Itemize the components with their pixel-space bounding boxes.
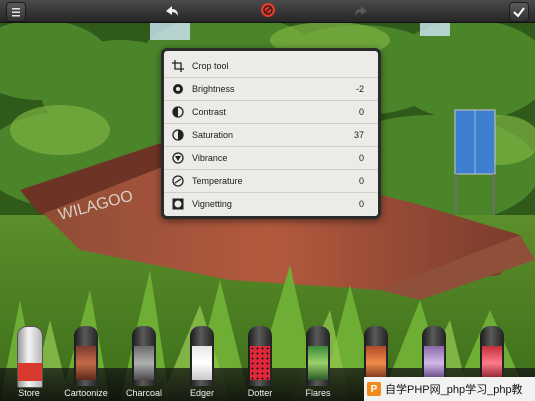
saturation-icon <box>172 129 184 141</box>
undo-arrow-icon <box>166 6 178 16</box>
crop-icon <box>172 60 184 72</box>
filter-label-flares: Flares <box>305 388 331 398</box>
menu-item-contrast[interactable]: Contrast 0 <box>164 101 378 124</box>
menu-item-saturation[interactable]: Saturation 37 <box>164 124 378 147</box>
filter-label-edger: Edger <box>189 388 215 398</box>
contrast-icon <box>172 106 184 118</box>
menu-item-value: 0 <box>358 176 364 186</box>
adjustments-menu: Crop tool Brightness -2 Contrast 0 Satur… <box>161 48 381 219</box>
menu-item-value: 0 <box>358 107 364 117</box>
flares-tube-art-icon <box>308 346 328 380</box>
cartoonize-tube-art-icon <box>76 346 96 380</box>
menu-item-vignetting[interactable]: Vignetting 0 <box>164 193 378 215</box>
menu-item-label: Contrast <box>192 107 227 117</box>
effects-button[interactable] <box>261 3 275 17</box>
filter-label-store: Store <box>18 388 40 398</box>
hamburger-icon <box>12 8 20 17</box>
menu-item-label: Crop tool <box>192 61 229 71</box>
effects-icon <box>263 5 273 15</box>
charcoal-tube-art-icon <box>134 346 154 380</box>
undo-button[interactable] <box>163 2 181 20</box>
vignetting-icon <box>172 198 184 210</box>
filter-flares[interactable] <box>306 326 330 386</box>
menu-item-label: Saturation <box>192 130 234 140</box>
store-tube-band-icon <box>18 363 42 381</box>
done-button[interactable] <box>509 2 529 22</box>
brightness-icon <box>172 83 184 95</box>
tube-7-art-icon <box>366 346 386 380</box>
menu-item-value: 0 <box>358 199 364 209</box>
menu-item-label: Vignetting <box>192 199 232 209</box>
menu-item-label: Vibrance <box>192 153 228 163</box>
menu-item-crop-tool[interactable]: Crop tool <box>164 55 378 78</box>
menu-item-brightness[interactable]: Brightness -2 <box>164 78 378 101</box>
site-watermark: P 自学PHP网_php学习_php教 <box>364 377 535 401</box>
filter-charcoal[interactable] <box>132 326 156 386</box>
menu-item-vibrance[interactable]: Vibrance 0 <box>164 147 378 170</box>
php-logo-icon: P <box>367 382 381 396</box>
top-toolbar <box>0 0 535 23</box>
filter-cartoonize[interactable] <box>74 326 98 386</box>
redo-button[interactable] <box>352 2 370 20</box>
filter-dotter[interactable] <box>248 326 272 386</box>
temperature-icon <box>172 175 184 187</box>
menu-item-label: Brightness <box>192 84 235 94</box>
filter-label-charcoal: Charcoal <box>125 388 163 398</box>
menu-button[interactable] <box>6 2 26 22</box>
menu-item-label: Temperature <box>192 176 243 186</box>
filter-label-dotter: Dotter <box>247 388 273 398</box>
menu-item-value: 37 <box>353 130 364 140</box>
redo-arrow-icon <box>355 6 367 16</box>
tube-9-art-icon <box>482 346 502 380</box>
filter-store[interactable] <box>17 326 43 388</box>
filter-edger[interactable] <box>190 326 214 386</box>
dotter-tube-art-icon <box>250 346 270 380</box>
edger-tube-art-icon <box>192 346 212 380</box>
menu-item-value: 0 <box>358 153 364 163</box>
filter-label-cartoonize: Cartoonize <box>64 388 108 398</box>
vibrance-icon <box>172 152 184 164</box>
checkmark-icon <box>513 7 525 18</box>
menu-item-value: -2 <box>355 84 364 94</box>
menu-item-temperature[interactable]: Temperature 0 <box>164 170 378 193</box>
tube-8-art-icon <box>424 346 444 380</box>
watermark-text: 自学PHP网_php学习_php教 <box>385 384 523 396</box>
